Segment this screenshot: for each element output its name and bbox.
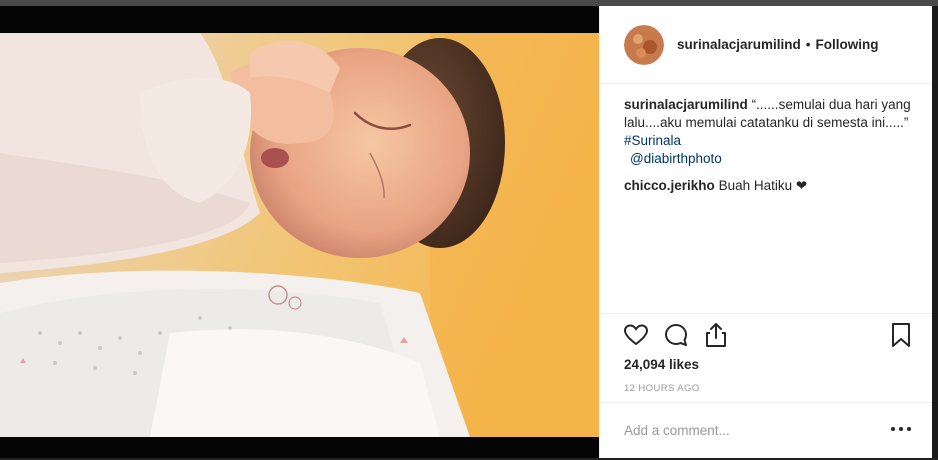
post-photo[interactable]	[0, 33, 599, 437]
comment-username-link[interactable]: chicco.jerikho	[624, 178, 715, 193]
avatar[interactable]	[624, 24, 664, 65]
header-username-link[interactable]: surinalacjarumilind	[677, 37, 801, 52]
photo-credit: @diabirthphoto	[624, 150, 914, 169]
actions-divider	[600, 313, 933, 314]
save-button[interactable]	[887, 321, 915, 349]
comment-text: Buah Hatiku ❤	[718, 178, 808, 193]
comment-button[interactable]	[662, 321, 690, 349]
credit-handle-link[interactable]: @diabirthphoto	[630, 151, 722, 166]
likes-count[interactable]: 24,094 likes	[624, 357, 699, 372]
window-right-gutter	[932, 6, 938, 458]
add-comment-divider	[600, 402, 933, 403]
comment-row: chicco.jerikho Buah Hatiku ❤	[624, 177, 914, 195]
post-header: surinalacjarumilind • Following	[600, 6, 933, 84]
hashtag-link[interactable]: #Surinala	[624, 132, 914, 150]
header-separator: •	[805, 37, 811, 52]
more-options-button[interactable]	[891, 419, 911, 439]
caption-username-link[interactable]: surinalacjarumilind	[624, 97, 748, 112]
caption: surinalacjarumilind “......semulai dua h…	[624, 96, 914, 169]
more-dot-icon	[891, 427, 895, 431]
following-button[interactable]: Following	[816, 37, 879, 52]
comments-list: surinalacjarumilind “......semulai dua h…	[624, 96, 914, 195]
share-button[interactable]	[702, 321, 730, 349]
bookmark-icon	[892, 323, 910, 347]
like-button[interactable]	[622, 321, 650, 349]
more-dot-icon	[907, 427, 911, 431]
post-side-panel: surinalacjarumilind • Following surinala…	[599, 6, 933, 458]
action-bar	[622, 321, 912, 351]
add-comment-input[interactable]	[624, 420, 864, 440]
post-timestamp[interactable]: 12 HOURS AGO	[624, 383, 700, 394]
more-dot-icon	[899, 427, 903, 431]
comment-icon	[665, 324, 687, 346]
heart-icon	[623, 324, 649, 346]
photo-area	[0, 6, 599, 458]
share-icon	[706, 323, 726, 347]
